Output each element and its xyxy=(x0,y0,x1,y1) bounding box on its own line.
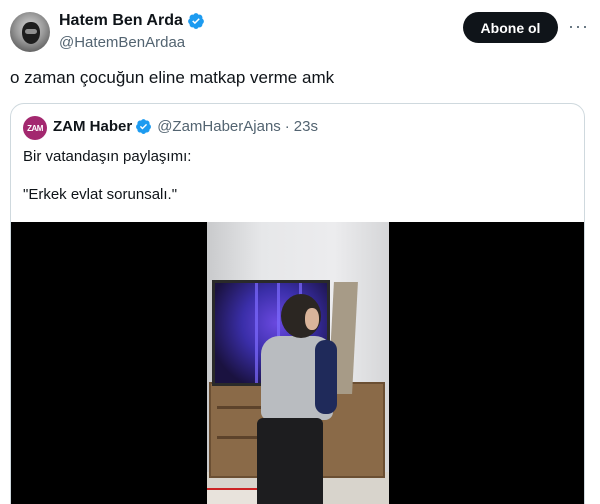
video-frame xyxy=(207,222,389,504)
child-face xyxy=(305,308,319,330)
tweet-header: Hatem Ben Arda @HatemBenArdaa Abone ol ·… xyxy=(0,0,600,64)
mask-visor xyxy=(25,29,37,34)
quoted-display-name[interactable]: ZAM Haber xyxy=(53,118,132,135)
author-handle[interactable]: @HatemBenArdaa xyxy=(59,34,185,51)
quoted-text-line-2: "Erkek evlat sorunsalı." xyxy=(23,186,178,203)
child-figure xyxy=(253,294,345,504)
quoted-author-avatar[interactable]: ZAM xyxy=(23,116,47,140)
child-pants xyxy=(257,418,323,504)
quoted-tweet[interactable]: ZAM ZAM Haber @ZamHaberAjans · 23s Bir v… xyxy=(10,103,585,504)
quoted-name-row: ZAM Haber @ZamHaberAjans · 23s xyxy=(53,118,318,135)
verified-badge-icon xyxy=(136,119,152,134)
child-sleeve xyxy=(315,340,337,414)
verified-badge-icon xyxy=(188,13,204,29)
ellipsis-icon[interactable]: ··· xyxy=(568,14,588,38)
author-avatar[interactable] xyxy=(10,12,50,52)
author-display-name[interactable]: Hatem Ben Arda xyxy=(59,12,183,30)
quoted-timestamp[interactable]: 23s xyxy=(294,118,318,135)
author-name-row: Hatem Ben Arda xyxy=(59,12,205,30)
tweet-text: o zaman çocuğun eline matkap verme amk xyxy=(10,68,335,87)
video-player[interactable] xyxy=(11,222,584,504)
quoted-handle[interactable]: @ZamHaberAjans xyxy=(157,118,281,135)
quoted-text-line-1: Bir vatandaşın paylaşımı: xyxy=(23,148,192,165)
separator-dot: · xyxy=(284,118,290,135)
follow-button[interactable]: Abone ol xyxy=(463,12,558,43)
